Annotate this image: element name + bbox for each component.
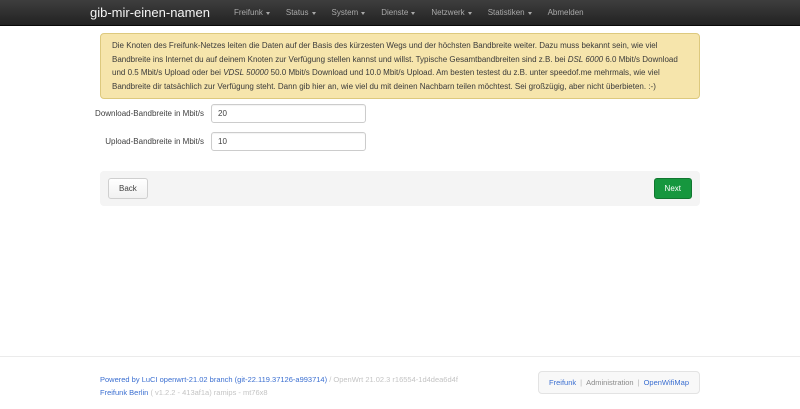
nav-item-abmelden[interactable]: Abmelden	[540, 0, 592, 26]
distro-link[interactable]: Freifunk Berlin	[100, 388, 148, 397]
nav-item-freifunk[interactable]: Freifunk	[226, 0, 278, 26]
nav-item-label: Dienste	[381, 8, 408, 17]
nav-item-netzwerk[interactable]: Netzwerk	[423, 0, 479, 26]
footer-inner: Powered by LuCI openwrt-21.02 branch (gi…	[100, 373, 700, 399]
main-content: Die Knoten des Freifunk-Netzes leiten di…	[100, 33, 700, 206]
back-button[interactable]: Back	[108, 178, 148, 199]
luci-version-link[interactable]: Powered by LuCI openwrt-21.02 branch (gi…	[100, 375, 327, 384]
nav-item-label: Netzwerk	[431, 8, 464, 17]
nav-item-label: Freifunk	[234, 8, 263, 17]
bandwidth-info-alert: Die Knoten des Freifunk-Netzes leiten di…	[100, 33, 700, 99]
separator: |	[580, 378, 582, 387]
footer-distro-line: Freifunk Berlin ( v1.2.2 - 413af1a) rami…	[100, 386, 458, 399]
download-bandwidth-row: Download-Bandbreite in Mbit/s	[100, 104, 700, 123]
nav-item-statistiken[interactable]: Statistiken	[480, 0, 540, 26]
brand-title[interactable]: gib-mir-einen-namen	[90, 5, 210, 20]
footer-link-administration[interactable]: Administration	[586, 378, 634, 387]
chevron-down-icon	[528, 12, 532, 15]
footer-link-openwifimap[interactable]: OpenWifiMap	[644, 378, 689, 387]
nav-item-status[interactable]: Status	[278, 0, 324, 26]
upload-bandwidth-row: Upload-Bandbreite in Mbit/s	[100, 132, 700, 151]
chevron-down-icon	[468, 12, 472, 15]
chevron-down-icon	[266, 12, 270, 15]
nav-item-dienste[interactable]: Dienste	[373, 0, 423, 26]
top-navbar: gib-mir-einen-namen Freifunk Status Syst…	[0, 0, 800, 26]
nav-item-label: Abmelden	[548, 8, 584, 17]
next-button[interactable]: Next	[654, 178, 692, 199]
distro-version-text: ( v1.2.2 - 413af1a) ramips - mt76x8	[148, 388, 267, 397]
footer-nav: Freifunk | Administration | OpenWifiMap	[538, 371, 700, 394]
nav-item-system[interactable]: System	[324, 0, 374, 26]
footer-credits: Powered by LuCI openwrt-21.02 branch (gi…	[100, 373, 458, 399]
separator: |	[638, 378, 640, 387]
download-bandwidth-label: Download-Bandbreite in Mbit/s	[95, 109, 204, 118]
upload-bandwidth-label: Upload-Bandbreite in Mbit/s	[105, 137, 204, 146]
footer-luci-line: Powered by LuCI openwrt-21.02 branch (gi…	[100, 373, 458, 386]
main-menu: Freifunk Status System Dienste Netzwerk …	[226, 0, 592, 25]
upload-bandwidth-input[interactable]	[211, 132, 366, 151]
nav-item-label: System	[332, 8, 359, 17]
nav-item-label: Status	[286, 8, 309, 17]
openwrt-version-text: / OpenWrt 21.02.3 r16554-1d4dea6d4f	[327, 375, 458, 384]
alert-italic-vdsl: VDSL 50000	[223, 68, 268, 77]
page-action-bar: Back Next	[100, 171, 700, 206]
navbar-inner: gib-mir-einen-namen Freifunk Status Syst…	[90, 0, 710, 25]
chevron-down-icon	[411, 12, 415, 15]
alert-italic-dsl: DSL 6000	[568, 55, 603, 64]
page-footer: Powered by LuCI openwrt-21.02 branch (gi…	[0, 356, 800, 399]
nav-item-label: Statistiken	[488, 8, 525, 17]
footer-link-freifunk[interactable]: Freifunk	[549, 378, 576, 387]
chevron-down-icon	[361, 12, 365, 15]
chevron-down-icon	[312, 12, 316, 15]
download-bandwidth-input[interactable]	[211, 104, 366, 123]
